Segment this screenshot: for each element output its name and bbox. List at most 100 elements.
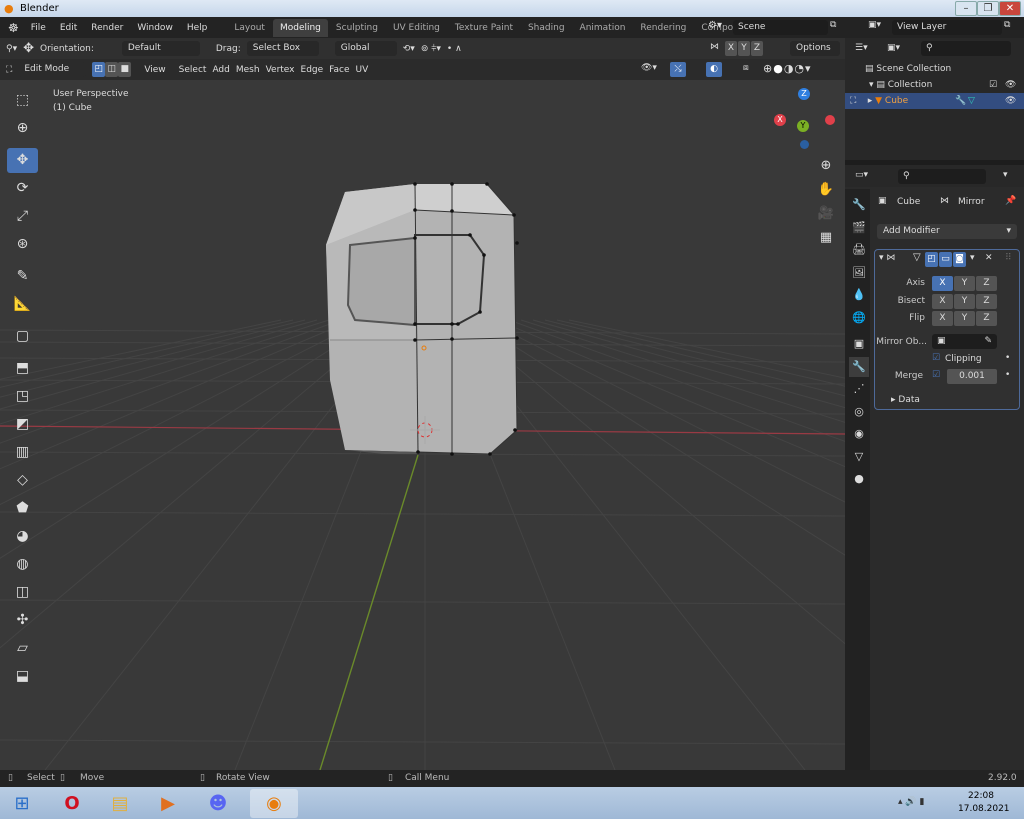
shear-tool-icon[interactable]: ▱ [7,636,38,661]
blender-taskbar-icon[interactable]: ◉ [250,789,298,818]
collapse-icon[interactable]: ▾ ⋈ [879,253,895,263]
proportional-edit-icon[interactable]: • ∧ [447,44,462,54]
properties-tab-particles-icon[interactable]: ⋰ [849,379,869,399]
menu-help[interactable]: Help [180,23,215,33]
mirror-x-button[interactable]: X [725,41,737,56]
poly-build-tool-icon[interactable]: ⬟ [7,496,38,521]
eye-icon[interactable]: 👁 [1005,93,1016,109]
keyframe-dot-icon[interactable]: • [1005,353,1010,363]
loop-cut-tool-icon[interactable]: ▥ [7,440,38,465]
spin-tool-icon[interactable]: ◕ [7,524,38,549]
properties-tab-constraints-icon[interactable]: ◉ [849,424,869,444]
eye-icon[interactable]: 👁 [1005,77,1016,93]
properties-tab-material-icon[interactable]: ● [849,469,869,489]
scene-field[interactable]: Scene [733,20,828,35]
tab-sculpting[interactable]: Sculpting [329,19,385,37]
face-select-icon[interactable]: ■ [118,62,132,77]
scale-tool-icon[interactable]: ⤢ [7,204,38,229]
xray-icon[interactable]: ⧈ [743,63,749,73]
filter-icon[interactable]: ▣▾ [887,43,900,53]
add-modifier-dropdown[interactable]: Add Modifier ▾ [877,224,1017,239]
properties-tab-physics-icon[interactable]: ◎ [849,402,869,422]
pin-icon[interactable]: 📌 [1005,196,1016,206]
gizmo-y[interactable]: Y [797,120,809,132]
overlay-toggle-icon[interactable]: ◐ [706,62,722,77]
close-button[interactable]: ✕ [999,1,1021,16]
menu-file[interactable]: File [24,23,53,33]
bevel-tool-icon[interactable]: ◩ [7,412,38,437]
scene-icon[interactable]: ⚙▾ [708,20,722,31]
opera-icon[interactable]: O [52,789,92,818]
outliner-item-cube[interactable]: ⛶ ▸ ▼ Cube 🔧 ▽ 👁 [845,93,1024,109]
transform-orientation-dropdown[interactable]: Global [334,41,397,56]
outliner-search[interactable]: ⚲ [921,41,1011,56]
properties-tab-render-icon[interactable]: 🎬 [849,218,869,238]
clock-date[interactable]: 17.08.2021 [958,804,1010,814]
knife-tool-icon[interactable]: ◇ [7,468,38,493]
pan-hand-icon[interactable]: ✋ [816,178,836,202]
axis-x-button[interactable]: X [932,276,953,291]
start-button-icon[interactable]: ⊞ [2,789,42,818]
pivot-icon[interactable]: ⟲▾ [403,44,415,54]
mirror-object-field[interactable]: ▣ ✎ [932,334,997,349]
explorer-icon[interactable]: ▤ [100,789,140,818]
menu-vertex[interactable]: Vertex [266,65,295,75]
flip-x-button[interactable]: X [932,311,953,326]
edit-mode-toggle-icon[interactable]: ▽ [913,252,921,263]
menu-edge[interactable]: Edge [301,65,324,75]
bisect-y-button[interactable]: Y [954,294,975,309]
properties-tab-world-icon[interactable]: 🌐 [849,308,869,328]
properties-tab-tool-icon[interactable]: 🔧 [849,195,869,215]
options-dropdown[interactable]: Options [790,41,840,56]
annotate-tool-icon[interactable]: ✎ [7,264,38,289]
orientation-dropdown[interactable]: Default [121,41,200,56]
tool-settings-icon[interactable]: ⚲▾ [6,44,17,54]
cursor-tool-icon[interactable]: ⊕ [7,116,38,141]
menu-uv[interactable]: UV [356,65,369,75]
gizmo-neg-z[interactable] [800,140,809,149]
properties-tab-object-icon[interactable]: ▣ [849,334,869,354]
vertex-select-icon[interactable]: ◰ [92,62,106,77]
rip-region-tool-icon[interactable]: ⬓ [7,664,38,689]
properties-tab-view-layer-icon[interactable]: 🖼 [849,263,869,283]
axis-z-button[interactable]: Z [976,276,997,291]
flip-z-button[interactable]: Z [976,311,997,326]
properties-tab-scene-icon[interactable]: 💧 [849,285,869,305]
tab-layout[interactable]: Layout [227,19,272,37]
edge-select-icon[interactable]: ◫ [105,62,119,77]
menu-face[interactable]: Face [329,65,349,75]
axis-y-button[interactable]: Y [954,276,975,291]
clipping-checkbox[interactable]: ☑ [932,353,940,363]
add-cube-tool-icon[interactable]: ▢ [7,324,38,349]
ortho-grid-icon[interactable]: ▦ [816,226,836,250]
zoom-icon[interactable]: ⊕ [816,154,836,178]
checkbox-icon[interactable]: ☑ [989,77,997,93]
minimize-button[interactable]: – [955,1,977,16]
shrink-fatten-tool-icon[interactable]: ✣ [7,608,38,633]
3d-viewport[interactable]: User Perspective (1) Cube Z X Y ⊕ ✋ 🎥 ▦ … [0,80,845,770]
delete-modifier-icon[interactable]: ✕ [985,253,993,263]
merge-distance-field[interactable]: 0.001 [947,369,997,384]
tab-animation[interactable]: Animation [573,19,633,37]
menu-select[interactable]: Select [179,65,207,75]
new-view-layer-icon[interactable]: ⧉ [1004,20,1010,30]
properties-tab-modifiers-icon[interactable]: 🔧 [849,356,869,377]
drag-handle-icon[interactable]: ⠿ [1005,253,1012,263]
mirror-icon[interactable]: ⋈ [710,42,719,52]
outliner-item-collection[interactable]: ▾ ▤ Collection ☑ 👁 [845,77,1024,93]
mode-dropdown[interactable]: Edit Mode [18,62,87,77]
transform-tool-icon[interactable]: ⊛ [7,232,38,257]
snap-icon[interactable]: ⊚ ⫩▾ [421,44,441,54]
shading-modes-icon[interactable]: ⊕●◑◔▾ [763,62,812,75]
options-chevron-icon[interactable]: ▾ [1003,170,1008,180]
menu-add[interactable]: Add [212,65,229,75]
move-tool-icon[interactable]: ✥ [7,148,38,173]
render-toggle-icon[interactable]: ◙ [953,252,966,267]
properties-tab-output-icon[interactable]: 🖨 [849,240,869,260]
mirror-z-button[interactable]: Z [751,41,763,56]
clock-time[interactable]: 22:08 [968,791,994,801]
merge-checkbox[interactable]: ☑ [932,370,940,380]
gizmo-z[interactable]: Z [798,88,810,100]
viewport-toggle-icon[interactable]: ▭ [939,252,952,267]
editor-type-icon[interactable]: ▭▾ [855,170,868,180]
